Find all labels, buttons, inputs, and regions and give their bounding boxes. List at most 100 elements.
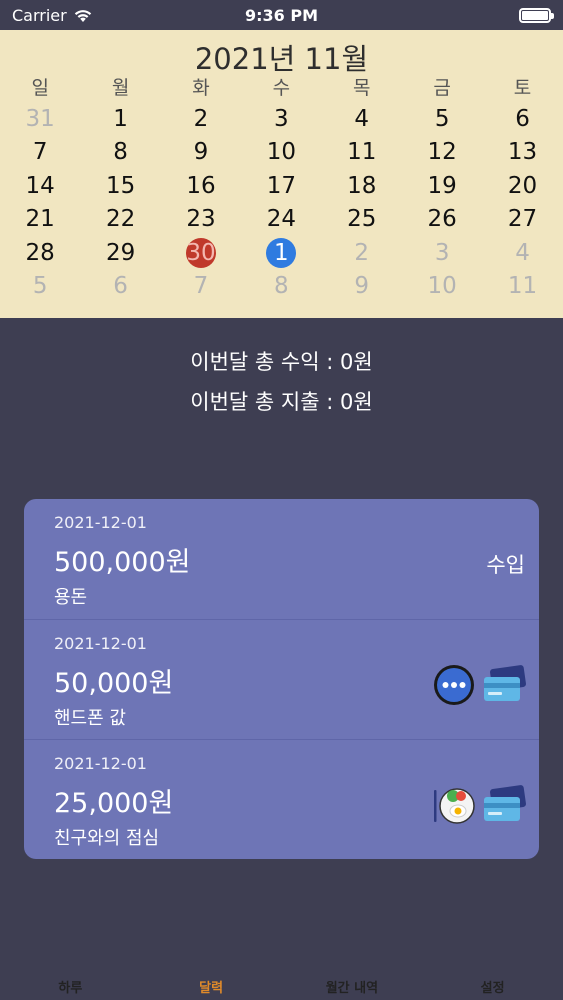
calendar-day-number: 3 — [274, 105, 289, 132]
calendar-day[interactable]: 25 — [322, 203, 402, 237]
weekday-label: 목 — [353, 76, 371, 99]
calendar-day[interactable]: 10 — [402, 270, 482, 304]
calendar-day-number: 29 — [105, 239, 136, 266]
calendar-day[interactable]: 1 — [241, 236, 321, 270]
battery-icon — [518, 7, 554, 23]
status-bar: Carrier 9:36 PM — [0, 0, 563, 30]
transaction-meta — [431, 660, 527, 710]
calendar-day[interactable]: 19 — [402, 169, 482, 203]
calendar-day-number: 8 — [113, 139, 128, 166]
calendar-day-number: 16 — [186, 172, 216, 199]
calendar-day-number: 4 — [354, 105, 370, 132]
calendar-day[interactable]: 22 — [80, 203, 160, 237]
calendar-day[interactable]: 9 — [322, 270, 402, 304]
transaction-row[interactable]: 2021-12-01 50,000원 핸드폰 값 — [24, 619, 539, 739]
calendar-day[interactable]: 8 — [241, 270, 321, 304]
calendar-day[interactable]: 4 — [482, 236, 562, 270]
tab-bar: 하루 달력 월간 내역 설정 — [0, 972, 563, 1000]
weekday-label: 월 — [111, 76, 130, 99]
transaction-meta: 수입 — [486, 539, 527, 589]
calendar-day[interactable]: 21 — [0, 203, 80, 237]
calendar-day[interactable]: 17 — [241, 169, 321, 203]
calendar-day-number: 31 — [25, 105, 55, 132]
calendar-day[interactable]: 6 — [80, 270, 160, 304]
calendar-day-number: 23 — [186, 206, 216, 233]
calendar-day[interactable]: 3 — [402, 236, 482, 270]
calendar-day[interactable]: 15 — [80, 169, 160, 203]
transaction-row[interactable]: 2021-12-01 500,000원 용돈 수입 — [24, 499, 539, 619]
calendar-day[interactable]: 5 — [402, 102, 482, 136]
calendar-day[interactable]: 8 — [80, 136, 160, 170]
status-left: Carrier — [12, 6, 162, 25]
food-icon — [434, 788, 475, 824]
calendar-day[interactable]: 24 — [241, 203, 321, 237]
calendar-day-number: 8 — [274, 273, 289, 300]
status-right — [401, 7, 554, 23]
transaction-row[interactable]: 2021-12-01 25,000원 친구와의 점심 — [24, 739, 539, 859]
status-time: 9:36 PM — [244, 5, 318, 25]
calendar-day-number: 3 — [434, 239, 450, 266]
calendar-day-number: 26 — [427, 206, 457, 233]
calendar-day[interactable]: 7 — [161, 270, 241, 304]
transaction-date: 2021-12-01 — [54, 754, 147, 773]
calendar-day-number: 15 — [105, 172, 136, 199]
calendar-day[interactable]: 14 — [0, 169, 80, 203]
calendar-day[interactable]: 28 — [0, 236, 80, 270]
calendar-day[interactable]: 27 — [482, 203, 562, 237]
calendar-day[interactable]: 20 — [482, 169, 562, 203]
calendar-day[interactable]: 18 — [322, 169, 402, 203]
calendar-day-number: 7 — [32, 139, 48, 166]
calendar-day[interactable]: 11 — [322, 136, 402, 170]
calendar-day-number: 9 — [193, 139, 209, 166]
calendar-day[interactable]: 3 — [241, 102, 321, 136]
calendar-day-number: 2 — [354, 239, 370, 266]
calendar-day[interactable]: 16 — [161, 169, 241, 203]
calendar-day-number: 1 — [113, 105, 128, 132]
calendar-day-number: 13 — [507, 139, 538, 166]
calendar-day[interactable]: 6 — [482, 102, 562, 136]
calendar-day[interactable]: 4 — [322, 102, 402, 136]
tab-1[interactable]: 달력 — [141, 977, 281, 996]
transaction-memo: 용돈 — [54, 587, 88, 608]
transaction-list: 2021-12-01 500,000원용돈 수입 2021-12-01 50,000원 핸… — [24, 499, 539, 859]
calendar-day-number: 19 — [427, 172, 457, 199]
transaction-date: 2021-12-01 — [54, 634, 147, 653]
calendar-day[interactable]: 7 — [0, 136, 80, 170]
calendar-day-number: 9 — [354, 273, 370, 300]
calendar-day[interactable]: 2 — [161, 102, 241, 136]
calendar-day-number: 22 — [105, 206, 136, 233]
tab-2[interactable]: 월간 내역 — [282, 977, 422, 996]
weekday-label: 일 — [31, 76, 49, 99]
calendar-day-number: 11 — [347, 139, 377, 166]
monthly-summary: 이번달 총 수익 : 0원 이번달 총 지출 : 0원 — [0, 342, 563, 422]
calendar-day[interactable]: 11 — [482, 270, 562, 304]
calendar-day[interactable]: 2 — [322, 236, 402, 270]
calendar-day[interactable]: 29 — [80, 236, 160, 270]
calendar-day[interactable]: 30 — [161, 236, 241, 270]
weekday-label: 토 — [513, 76, 532, 99]
calendar-day-number: 5 — [434, 105, 450, 132]
calendar-day-number: 17 — [266, 172, 296, 199]
calendar-day[interactable]: 23 — [161, 203, 241, 237]
calendar-day[interactable]: 12 — [402, 136, 482, 170]
carrier-label: Carrier — [12, 5, 67, 25]
calendar-day-number: 6 — [113, 273, 128, 300]
calendar-day[interactable]: 10 — [241, 136, 321, 170]
tab-0[interactable]: 하루 — [0, 977, 140, 996]
calendar-day-number: 4 — [515, 239, 530, 266]
calendar-day-number: 2 — [193, 105, 209, 132]
calendar-day-number: 28 — [25, 239, 55, 266]
calendar-day[interactable]: 9 — [161, 136, 241, 170]
calendar: 2021년 11월 일 월 화 수 목 금 토 31 1 2 3 4 5 6 7 8 9 10 11 12 13 14 15… — [0, 30, 563, 318]
calendar-day-number: 10 — [266, 139, 296, 166]
transaction-amount: 500,000원 — [54, 547, 191, 578]
calendar-day[interactable]: 5 — [0, 270, 80, 304]
tab-3[interactable]: 설정 — [423, 977, 563, 996]
calendar-day[interactable]: 26 — [402, 203, 482, 237]
calendar-day[interactable]: 31 — [0, 102, 80, 136]
calendar-day[interactable]: 1 — [80, 102, 160, 136]
calendar-day[interactable]: 13 — [482, 136, 562, 170]
credit-card-icon — [484, 665, 526, 701]
calendar-day-number: 6 — [515, 105, 530, 132]
monthly-income: 이번달 총 수익 : 0원 — [190, 350, 373, 374]
